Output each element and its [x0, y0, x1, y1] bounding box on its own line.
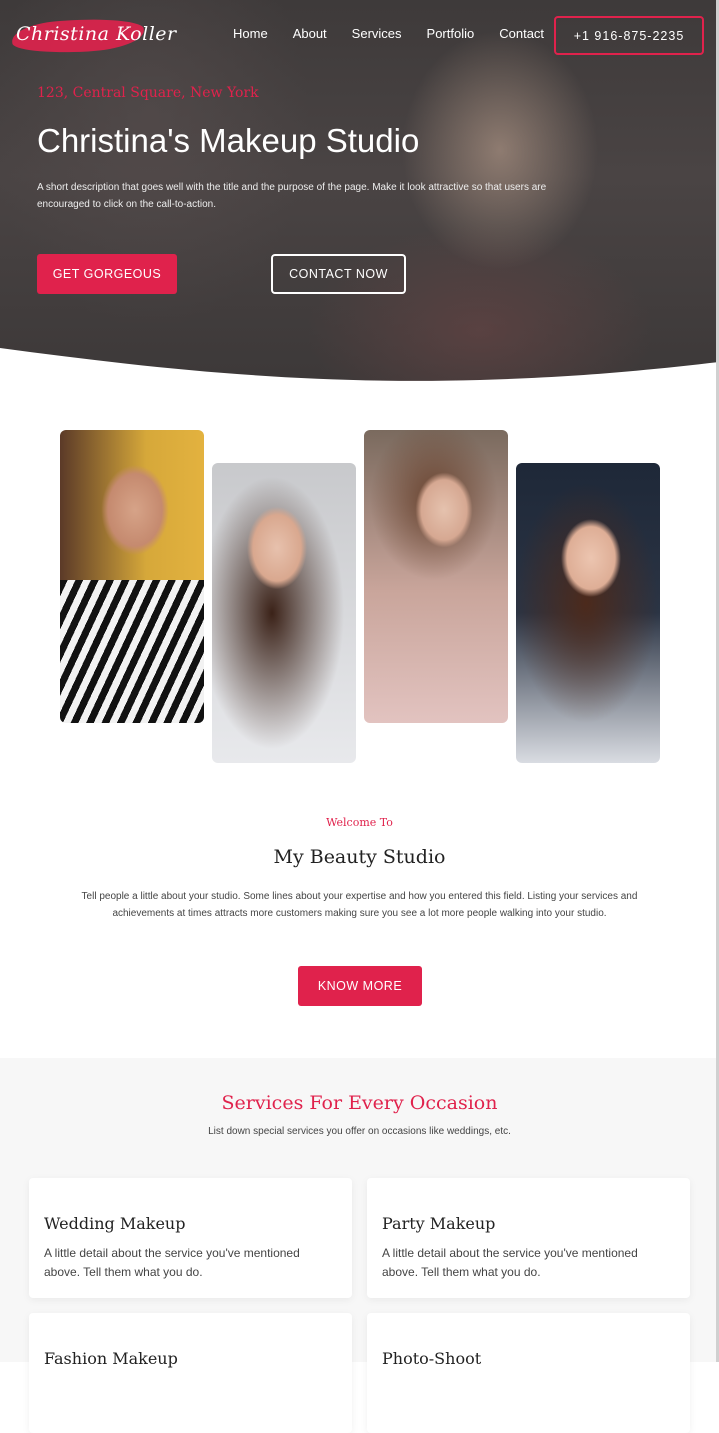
- service-card-title: Photo-Shoot: [382, 1349, 482, 1368]
- services-section: Services For Every Occasion List down sp…: [0, 1058, 719, 1433]
- gallery-photo-2: [212, 463, 356, 763]
- welcome-description: Tell people a little about your studio. …: [81, 891, 638, 919]
- nav-about[interactable]: About: [293, 26, 327, 41]
- hero-title: Christina's Makeup Studio: [37, 122, 420, 159]
- nav-services[interactable]: Services: [352, 26, 402, 41]
- phone-button[interactable]: +1 916-875-2235: [554, 16, 704, 55]
- get-gorgeous-button[interactable]: GET GORGEOUS: [37, 254, 177, 294]
- know-more-button[interactable]: KNOW MORE: [298, 966, 422, 1006]
- gallery-photo-1: [60, 430, 204, 723]
- hero-description: A short description that goes well with …: [37, 182, 547, 210]
- service-card-title: Party Makeup: [382, 1214, 496, 1233]
- brand-logo[interactable]: Christina Koller: [11, 14, 176, 56]
- services-subtitle: List down special services you offer on …: [208, 1126, 511, 1137]
- service-card-description: A little detail about the service you've…: [44, 1246, 300, 1279]
- service-card-title: Fashion Makeup: [44, 1349, 178, 1368]
- welcome-eyebrow: Welcome To: [326, 816, 393, 829]
- gallery-photo-3: [364, 430, 508, 723]
- service-card-wedding: Wedding Makeup A little detail about the…: [29, 1178, 352, 1298]
- service-card-fashion: Fashion Makeup: [29, 1313, 352, 1433]
- main-nav: Home About Services Portfolio Contact: [233, 26, 569, 41]
- logo-text: Christina Koller: [16, 23, 177, 45]
- service-card-title: Wedding Makeup: [44, 1214, 186, 1233]
- service-card-party: Party Makeup A little detail about the s…: [367, 1178, 690, 1298]
- nav-contact[interactable]: Contact: [499, 26, 544, 41]
- nav-portfolio[interactable]: Portfolio: [427, 26, 475, 41]
- services-title: Services For Every Occasion: [221, 1092, 498, 1114]
- gallery-photo-4: [516, 463, 660, 763]
- hero-address: 123, Central Square, New York: [37, 85, 259, 101]
- service-card-description: A little detail about the service you've…: [382, 1246, 638, 1279]
- service-card-photoshoot: Photo-Shoot: [367, 1313, 690, 1433]
- hero-wave-divider: [0, 348, 719, 390]
- welcome-title: My Beauty Studio: [273, 846, 446, 868]
- nav-home[interactable]: Home: [233, 26, 268, 41]
- contact-now-button[interactable]: CONTACT NOW: [271, 254, 406, 294]
